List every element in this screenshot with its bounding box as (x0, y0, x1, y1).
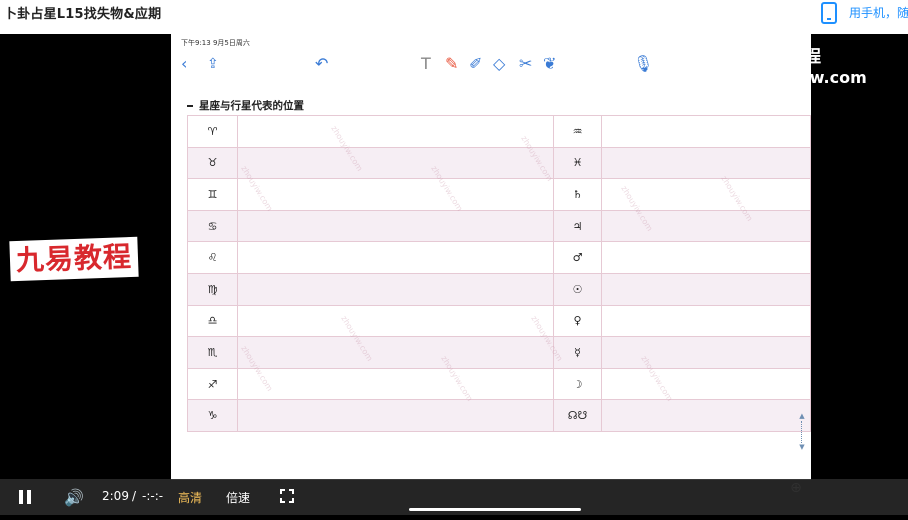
sign-cell: ♐ (187, 367, 238, 401)
empty-cell (237, 304, 554, 338)
sign-cell: ♋ (187, 209, 238, 243)
zodiac-planet-table: ♈ ♒ ♉ ♓ ♊ ♄ ♋ ♃ ♌ ♂ ♍ ☉ ♎ ♀ ♏ ☿ ♐ ☽ ♑ ☊☋ (187, 115, 811, 432)
table-row: ♎ ♀ (187, 304, 811, 338)
empty-cell (601, 209, 811, 243)
planet-cell: ♄ (553, 178, 602, 211)
sign-cell: ♉ (187, 146, 238, 180)
undo-icon[interactable]: ↶ (315, 56, 328, 72)
time-total: -:-:- (142, 489, 164, 503)
planet-cell: ☊☋ (553, 399, 602, 432)
empty-cell (237, 178, 554, 211)
table-row: ♊ ♄ (187, 178, 811, 211)
collapse-dash-icon[interactable] (187, 105, 193, 107)
page-header: 卜卦占星L15找失物&应期 用手机，随 (0, 0, 908, 34)
sign-cell: ♌ (187, 241, 238, 274)
sign-cell: ♏ (187, 336, 238, 369)
lasso-icon[interactable]: ✂ (519, 56, 532, 72)
planet-cell: ☿ (553, 336, 602, 369)
sign-cell: ♊ (187, 178, 238, 211)
empty-cell (601, 178, 811, 211)
phone-icon[interactable] (821, 2, 837, 24)
planet-cell: ☽ (553, 367, 602, 401)
empty-cell (601, 304, 811, 338)
promo-title: 上万套周易资料教程 (668, 47, 821, 67)
section-heading: 星座与行星代表的位置 (187, 98, 304, 113)
microphone-icon[interactable]: 🎙 (633, 56, 653, 72)
sign-cell: ♑ (187, 399, 238, 432)
empty-cell (601, 399, 811, 432)
empty-cell (601, 272, 811, 306)
tablet-status-bar: 下午9:13 9月5日周六 (181, 39, 250, 47)
empty-cell (237, 399, 554, 432)
volume-button[interactable]: 🔊 (64, 488, 84, 507)
brand-logo: 九易教程 (9, 236, 139, 282)
text-tool-icon[interactable]: T (421, 56, 431, 72)
empty-cell (237, 209, 554, 243)
share-icon[interactable]: ⇪ (207, 56, 219, 72)
phone-prompt-link[interactable]: 用手机，随 (849, 4, 908, 21)
planet-cell: ♓ (553, 146, 602, 180)
page-scroller[interactable]: ▲ ▼ (795, 412, 809, 458)
table-row: ♑ ☊☋ (187, 399, 811, 432)
planet-cell: ☉ (553, 272, 602, 306)
table-row: ♋ ♃ (187, 209, 811, 243)
planet-cell: ♃ (553, 209, 602, 243)
table-row: ♉ ♓ (187, 146, 811, 180)
pause-button[interactable] (18, 490, 32, 504)
empty-cell (237, 272, 554, 306)
sign-cell: ♎ (187, 304, 238, 338)
promo-url: www.265zhouyiw.com (668, 68, 867, 87)
empty-cell (237, 367, 554, 401)
table-row: ♍ ☉ (187, 272, 811, 306)
empty-cell (237, 336, 554, 369)
empty-cell (237, 115, 554, 148)
planet-cell: ♂ (553, 241, 602, 274)
empty-cell (237, 241, 554, 274)
video-player[interactable]: 下午9:13 9月5日周六 ‹ ⇪ ↶ T ✎ ✐ ◇ ✂ ❦ 🎙 星座与行星代… (0, 34, 908, 520)
table-row: ♏ ☿ (187, 336, 811, 369)
speed-button[interactable]: 倍速 (226, 489, 250, 506)
eraser-icon[interactable]: ◇ (493, 56, 505, 72)
empty-cell (601, 336, 811, 369)
empty-cell (601, 241, 811, 274)
highlighter-icon[interactable]: ✐ (469, 56, 482, 72)
tablet-screen: 下午9:13 9月5日周六 ‹ ⇪ ↶ T ✎ ✐ ◇ ✂ ❦ 🎙 星座与行星代… (171, 34, 811, 480)
course-title: 卜卦占星L15找失物&应期 (4, 7, 162, 22)
empty-cell (601, 367, 811, 401)
empty-cell (601, 115, 811, 148)
table-row: ♐ ☽ (187, 367, 811, 401)
planet-cell: ♀ (553, 304, 602, 338)
table-row: ♈ ♒ (187, 115, 811, 148)
empty-cell (237, 146, 554, 180)
empty-cell (601, 146, 811, 180)
back-chevron-icon[interactable]: ‹ (181, 56, 187, 72)
time-separator: / (132, 489, 137, 503)
quality-button[interactable]: 高清 (178, 489, 202, 506)
planet-cell: ♒ (553, 115, 602, 148)
sign-cell: ♍ (187, 272, 238, 306)
pen-icon[interactable]: ✎ (445, 56, 458, 72)
home-indicator (409, 508, 581, 511)
fullscreen-button[interactable] (280, 489, 294, 503)
table-row: ♌ ♂ (187, 241, 811, 274)
sign-cell: ♈ (187, 115, 238, 148)
time-current: 2:09 (102, 489, 129, 503)
apple-pencil-icon[interactable]: ❦ (543, 56, 556, 72)
